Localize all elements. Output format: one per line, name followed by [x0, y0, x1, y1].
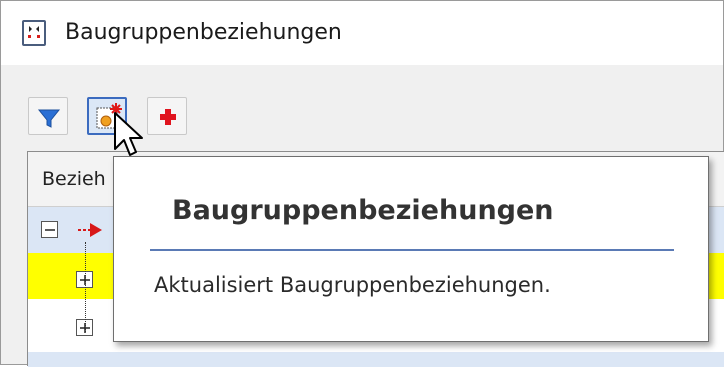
add-icon	[160, 109, 176, 125]
filter-icon	[37, 109, 61, 128]
assembly-relations-icon	[22, 20, 46, 46]
tooltip-divider	[150, 249, 674, 251]
collapse-toggle[interactable]	[41, 221, 58, 238]
tree-connector-line	[85, 242, 86, 332]
column-header-relations[interactable]: Bezieh	[42, 168, 106, 190]
assembly-relations-window: Baugruppenbeziehungen Bezieh Baugruppenb…	[0, 0, 724, 367]
tooltip: Baugruppenbeziehungen Aktualisiert Baugr…	[113, 156, 709, 342]
mouse-cursor-icon	[114, 112, 143, 156]
title-bar: Baugruppenbeziehungen	[1, 1, 723, 65]
tooltip-description: Aktualisiert Baugruppenbeziehungen.	[154, 273, 551, 297]
red-arrow-icon	[78, 223, 102, 237]
window-title: Baugruppenbeziehungen	[65, 20, 342, 45]
tooltip-title: Baugruppenbeziehungen	[172, 195, 554, 226]
filter-button[interactable]	[28, 97, 68, 135]
add-button[interactable]	[147, 97, 187, 135]
